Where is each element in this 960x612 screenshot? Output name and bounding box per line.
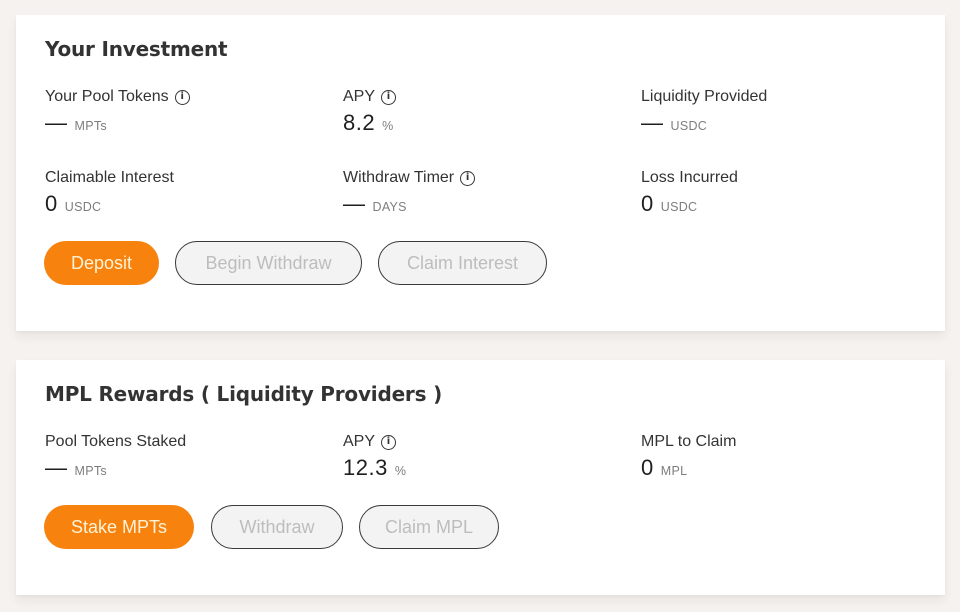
info-icon[interactable]: i — [381, 434, 397, 450]
card-title: MPL Rewards ( Liquidity Providers ) — [45, 382, 443, 406]
stat-withdraw-timer: Withdraw Timer i — DAYS — [343, 168, 476, 217]
stat-value: — — [641, 110, 664, 135]
stat-value: — — [45, 455, 68, 480]
stat-value: — — [45, 110, 68, 135]
stat-unit: MPTs — [74, 119, 107, 133]
claim-mpl-button[interactable]: Claim MPL — [359, 505, 499, 549]
deposit-button[interactable]: Deposit — [44, 241, 159, 285]
info-icon[interactable]: i — [174, 89, 190, 105]
stat-loss-incurred: Loss Incurred 0 USDC — [641, 168, 738, 217]
your-investment-card: Your Investment Your Pool Tokens i — MPT… — [16, 15, 945, 331]
claim-interest-button[interactable]: Claim Interest — [378, 241, 547, 285]
stat-unit: USDC — [64, 200, 102, 214]
stat-label: APY — [343, 88, 376, 105]
stat-value: — — [343, 191, 366, 216]
withdraw-button[interactable]: Withdraw — [211, 505, 343, 549]
stat-unit: USDC — [660, 200, 698, 214]
stat-label: Pool Tokens Staked — [45, 433, 187, 450]
card-title: Your Investment — [45, 37, 228, 61]
stat-unit: % — [382, 119, 394, 133]
info-icon[interactable]: i — [460, 170, 476, 186]
stat-unit: DAYS — [372, 200, 407, 214]
stat-liquidity-provided: Liquidity Provided — USDC — [641, 87, 767, 136]
begin-withdraw-button[interactable]: Begin Withdraw — [175, 241, 362, 285]
stat-pool-tokens-staked: Pool Tokens Staked — MPTs — [45, 432, 186, 481]
stat-value: 0 — [641, 455, 654, 480]
stat-value: 0 — [641, 191, 654, 216]
stat-label: Withdraw Timer — [343, 169, 455, 186]
stat-label: APY — [343, 433, 376, 450]
mpl-rewards-card: MPL Rewards ( Liquidity Providers ) Pool… — [16, 360, 945, 595]
info-icon[interactable]: i — [381, 89, 397, 105]
stat-unit: USDC — [670, 119, 708, 133]
stat-unit: MPTs — [74, 464, 107, 478]
stat-value: 12.3 — [343, 455, 388, 480]
stat-your-pool-tokens: Your Pool Tokens i — MPTs — [45, 87, 190, 136]
stat-label: Claimable Interest — [45, 169, 174, 186]
stat-mpl-to-claim: MPL to Claim 0 MPL — [641, 432, 736, 481]
stat-unit: MPL — [660, 464, 688, 478]
stat-label: Loss Incurred — [641, 169, 738, 186]
stat-rewards-apy: APY i 12.3 % — [343, 432, 406, 481]
stake-mpts-button[interactable]: Stake MPTs — [44, 505, 194, 549]
stat-label: Your Pool Tokens — [45, 88, 169, 105]
stat-label: Liquidity Provided — [641, 88, 768, 105]
stat-label: MPL to Claim — [641, 433, 737, 450]
stat-claimable-interest: Claimable Interest 0 USDC — [45, 168, 174, 217]
stat-apy: APY i 8.2 % — [343, 87, 397, 136]
stat-unit: % — [394, 464, 407, 478]
stat-value: 0 — [45, 191, 58, 216]
stat-value: 8.2 — [343, 110, 376, 135]
